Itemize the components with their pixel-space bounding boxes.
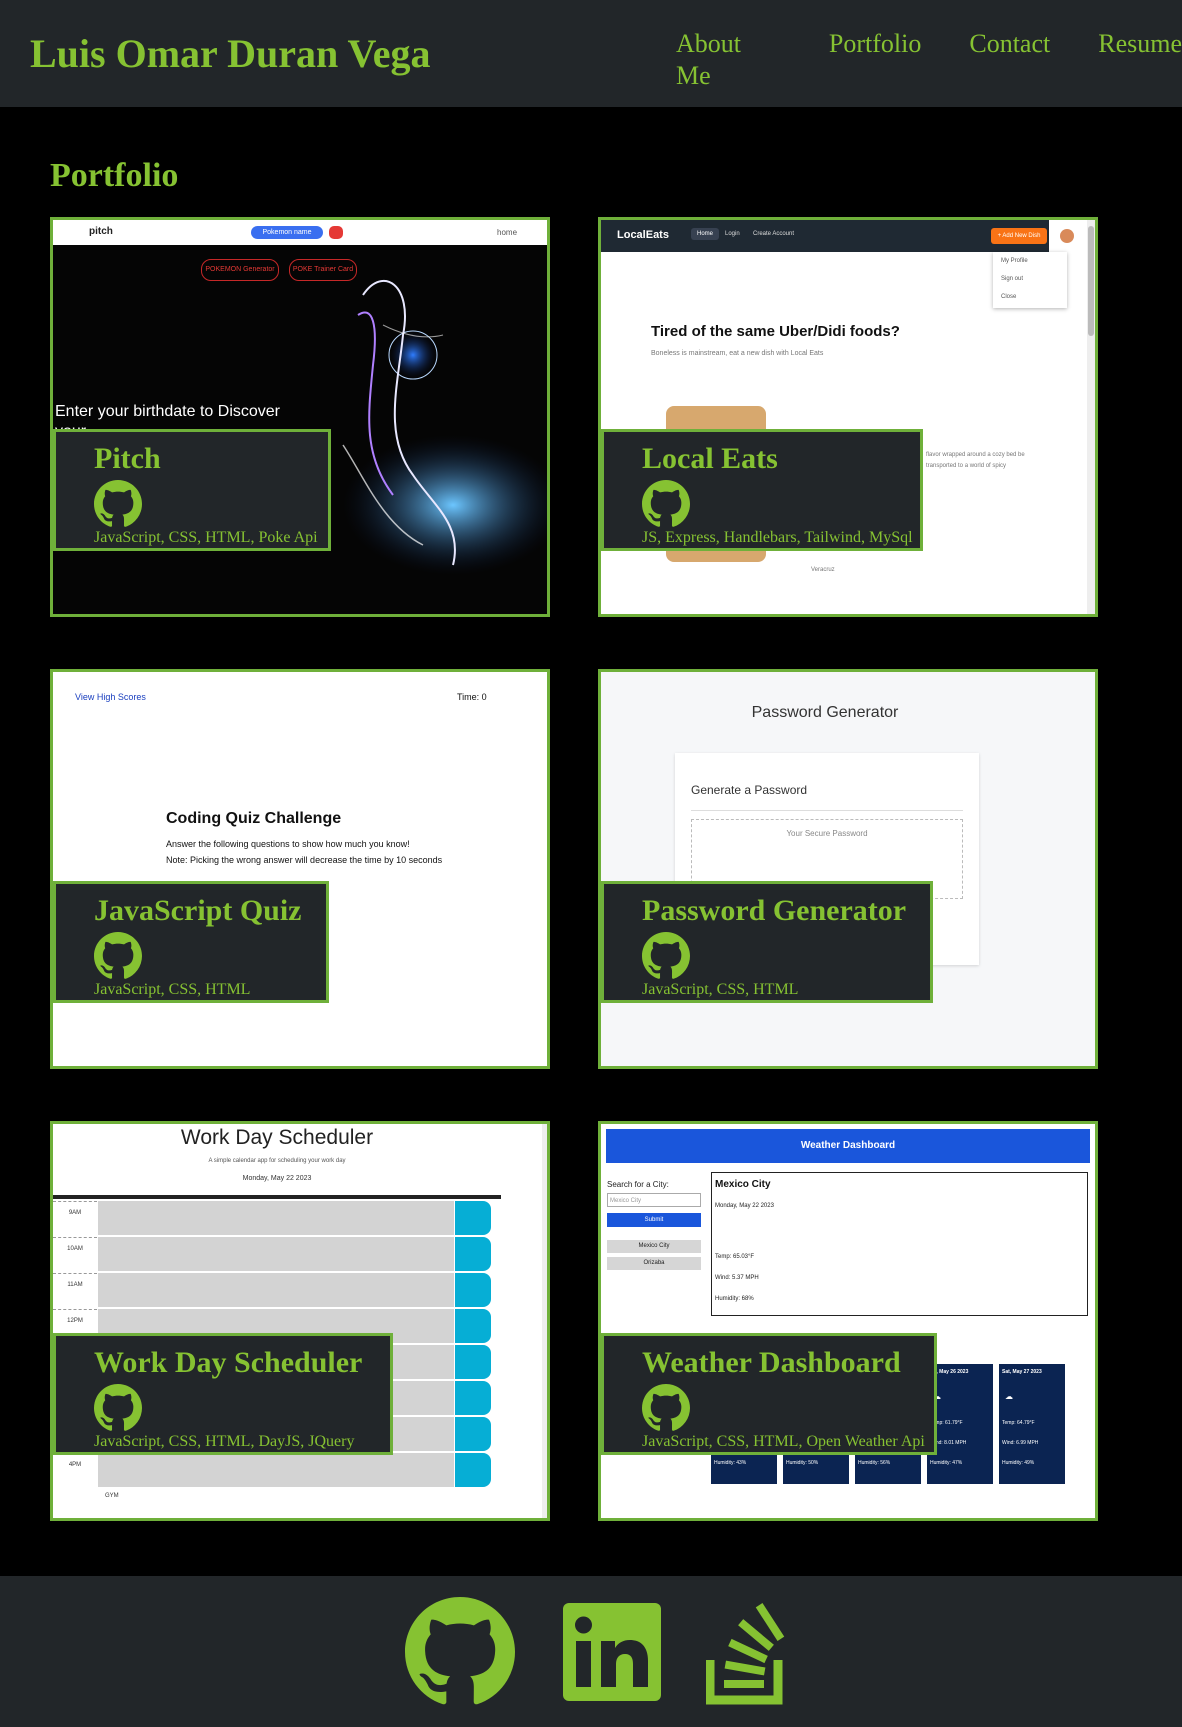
scheduler-save-button	[455, 1201, 491, 1235]
scheduler-row: 4PM	[53, 1453, 501, 1487]
forecast-temp: Temp: 64.79°F	[1002, 1420, 1035, 1426]
project-card-javascript-quiz[interactable]: View High Scores Time: 0 Coding Quiz Cha…	[50, 669, 550, 1069]
project-tech: JavaScript, CSS, HTML	[642, 981, 799, 998]
nav-portfolio[interactable]: Portfolio	[829, 28, 921, 92]
project-name: Password Generator	[642, 894, 907, 927]
scheduler-save-button	[455, 1309, 491, 1343]
project-screenshot: Weather Dashboard Search for a City: Mex…	[601, 1124, 1095, 1518]
project-name: Pitch	[94, 442, 161, 475]
scheduler-hour: 4PM	[53, 1453, 97, 1487]
project-card-work-day-scheduler[interactable]: Work Day Scheduler A simple calendar app…	[50, 1121, 550, 1521]
scheduler-save-button	[455, 1381, 491, 1415]
project-info-panel: Work Day Scheduler JavaScript, CSS, HTML…	[53, 1333, 393, 1455]
project-name: JavaScript Quiz	[94, 894, 302, 927]
project-info-panel: Weather Dashboard JavaScript, CSS, HTML,…	[601, 1333, 937, 1455]
project-name: Local Eats	[642, 442, 778, 475]
nav-contact[interactable]: Contact	[969, 28, 1050, 92]
scheduler-textarea	[98, 1201, 454, 1235]
project-screenshot: Work Day Scheduler A simple calendar app…	[53, 1124, 547, 1518]
site-footer	[0, 1576, 1182, 1727]
project-tech: JS, Express, Handlebars, Tailwind, MySql	[642, 529, 913, 546]
project-tech: JavaScript, CSS, HTML, DayJS, JQuery	[94, 1433, 355, 1450]
scheduler-save-button	[455, 1237, 491, 1271]
scheduler-hour: 10AM	[53, 1237, 97, 1271]
project-screenshot: View High Scores Time: 0 Coding Quiz Cha…	[53, 672, 547, 1066]
linkedin-icon[interactable]	[563, 1603, 661, 1701]
scheduler-hour: 11AM	[53, 1273, 97, 1307]
project-tech: JavaScript, CSS, HTML, Poke Api	[94, 529, 318, 546]
forecast-humidity: Humidity: 50%	[786, 1460, 819, 1466]
site-header: Luis Omar Duran Vega About Me Portfolio …	[0, 0, 1182, 107]
scheduler-save-button	[455, 1417, 491, 1451]
github-icon[interactable]	[94, 932, 142, 980]
project-name: Weather Dashboard	[642, 1346, 901, 1379]
main-nav: About Me Portfolio Contact Resume	[676, 28, 1182, 92]
scheduler-row: 10AM	[53, 1237, 501, 1271]
project-tech: JavaScript, CSS, HTML, Open Weather Api	[642, 1433, 925, 1450]
github-icon[interactable]	[642, 932, 690, 980]
project-card-weather-dashboard[interactable]: Weather Dashboard Search for a City: Mex…	[598, 1121, 1098, 1521]
project-card-password-generator[interactable]: Password Generator Generate a Password Y…	[598, 669, 1098, 1069]
portfolio-title: Portfolio	[50, 157, 179, 194]
nav-resume[interactable]: Resume	[1098, 28, 1182, 92]
github-icon[interactable]	[94, 480, 142, 528]
forecast-wind: Wind: 6.99 MPH	[1002, 1440, 1039, 1446]
project-info-panel: Password Generator JavaScript, CSS, HTML	[601, 881, 933, 1003]
project-tech: JavaScript, CSS, HTML	[94, 981, 251, 998]
project-screenshot: LocalEats Home Login Create Account + Ad…	[601, 220, 1095, 614]
project-card-pitch[interactable]: pitch Pokemon name home POKEMON Generato…	[50, 217, 550, 617]
forecast-humidity: Humidity: 49%	[1002, 1460, 1035, 1466]
scheduler-hour: 9AM	[53, 1201, 97, 1235]
site-title[interactable]: Luis Omar Duran Vega	[30, 30, 430, 78]
github-icon[interactable]	[642, 480, 690, 528]
project-info-panel: Local Eats JS, Express, Handlebars, Tail…	[601, 429, 923, 551]
cloud-icon: ☁	[1005, 1392, 1013, 1401]
github-icon[interactable]	[94, 1384, 142, 1432]
scheduler-save-button	[455, 1273, 491, 1307]
forecast-card: Sat, May 27 2023 ☁ Temp: 64.79°F Wind: 6.99…	[999, 1364, 1065, 1484]
stackoverflow-icon[interactable]	[706, 1600, 792, 1706]
scheduler-row: 11AM	[53, 1273, 501, 1307]
scheduler-save-button	[455, 1345, 491, 1379]
nav-about-me[interactable]: About Me	[676, 28, 781, 92]
scheduler-textarea	[98, 1237, 454, 1271]
project-card-local-eats[interactable]: LocalEats Home Login Create Account + Ad…	[598, 217, 1098, 617]
forecast-humidity: Humidity: 43%	[714, 1460, 747, 1466]
project-screenshot: Password Generator Generate a Password Y…	[601, 672, 1095, 1066]
project-info-panel: Pitch JavaScript, CSS, HTML, Poke Api	[53, 429, 331, 551]
github-icon[interactable]	[405, 1597, 515, 1707]
scheduler-save-button	[455, 1453, 491, 1487]
scheduler-row: 9AM	[53, 1201, 501, 1235]
github-icon[interactable]	[642, 1384, 690, 1432]
forecast-humidity: Humidity: 47%	[930, 1460, 963, 1466]
forecast-date: Sat, May 27 2023	[1002, 1369, 1042, 1375]
project-name: Work Day Scheduler	[94, 1346, 363, 1379]
scheduler-textarea	[98, 1273, 454, 1307]
project-screenshot: pitch Pokemon name home POKEMON Generato…	[53, 220, 547, 614]
forecast-humidity: Humidity: 56%	[858, 1460, 891, 1466]
project-info-panel: JavaScript Quiz JavaScript, CSS, HTML	[53, 881, 329, 1003]
scheduler-textarea	[98, 1453, 454, 1487]
